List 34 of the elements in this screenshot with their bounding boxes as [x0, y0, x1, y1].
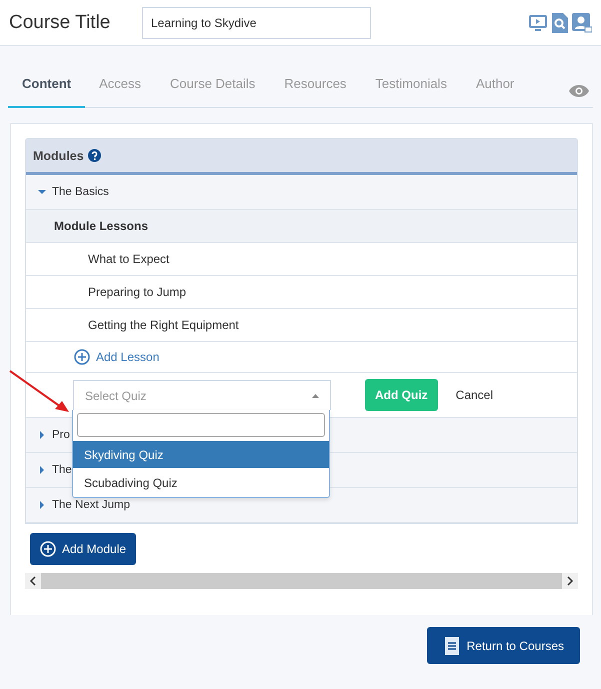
lesson-title[interactable]: Preparing to Jump: [88, 285, 186, 299]
module-name[interactable]: Pro: [52, 429, 70, 441]
document-search-icon[interactable]: [552, 12, 568, 32]
eye-icon[interactable]: [569, 85, 589, 97]
quiz-search-field[interactable]: [77, 413, 325, 437]
plus-circle-icon: [40, 541, 56, 557]
lessons-heading: Module Lessons: [54, 219, 148, 233]
caret-right-icon[interactable]: [38, 431, 46, 439]
module-name[interactable]: The: [52, 464, 72, 476]
list-icon: [444, 636, 459, 654]
lesson-title[interactable]: What to Expect: [88, 252, 170, 266]
caret-down-icon[interactable]: [38, 188, 46, 196]
cancel-button[interactable]: Cancel: [450, 387, 500, 403]
quiz-option[interactable]: Skydiving Quiz: [73, 441, 329, 468]
caret-up-icon: [312, 394, 319, 398]
page-title: Course Title: [9, 12, 112, 34]
module-name[interactable]: The Basics: [52, 186, 109, 198]
video-screen-icon[interactable]: [528, 14, 548, 32]
return-button[interactable]: Return to Courses: [426, 627, 580, 664]
add-lesson-link[interactable]: Add Lesson: [74, 349, 160, 365]
lesson-title[interactable]: Getting the Right Equipment: [88, 318, 239, 332]
course-title-field[interactable]: Learning to Skydive: [142, 6, 371, 38]
tab[interactable]: Content: [8, 70, 86, 108]
horizontal-scrollbar[interactable]: [25, 573, 578, 589]
quiz-option[interactable]: Scubadiving Quiz: [73, 469, 329, 496]
panel-title: Modules: [33, 148, 84, 162]
help-icon[interactable]: [88, 149, 101, 162]
annotation-arrow: [9, 370, 71, 414]
caret-right-icon[interactable]: [38, 466, 46, 474]
user-mail-icon[interactable]: [572, 12, 592, 32]
add-module-button[interactable]: Add Module: [30, 533, 136, 565]
module-name[interactable]: The Next Jump: [52, 499, 130, 511]
plus-circle-icon: [74, 349, 90, 365]
caret-right-icon[interactable]: [38, 501, 46, 509]
